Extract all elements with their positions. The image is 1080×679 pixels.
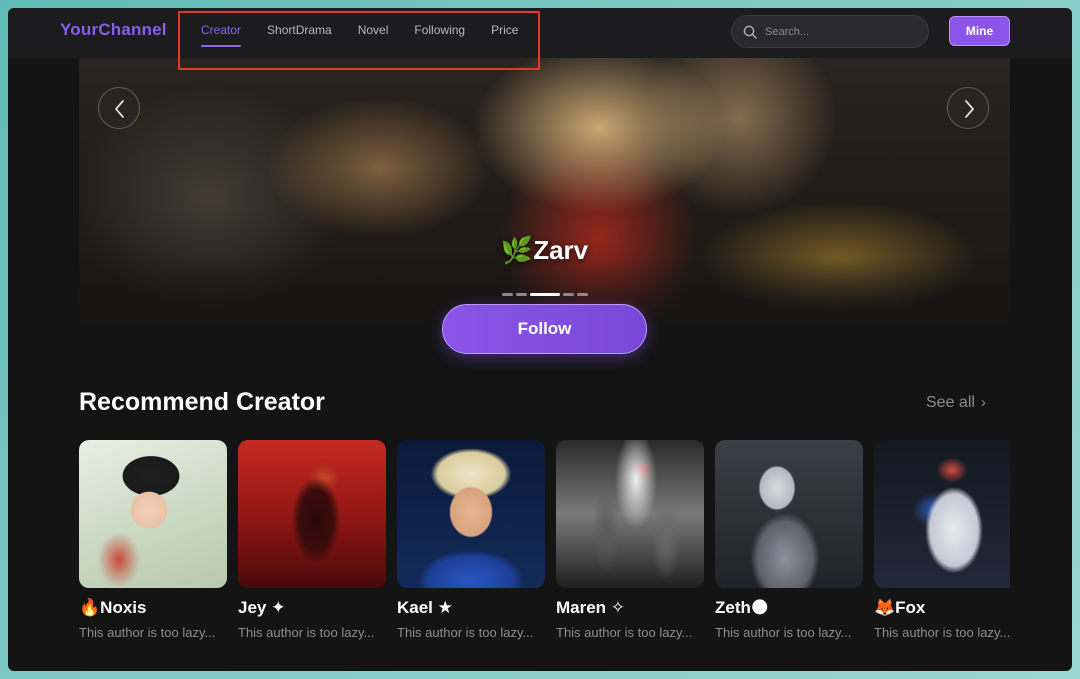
creator-card[interactable]: Jey ✦ This author is too lazy... [238, 440, 386, 640]
nav-tab-following[interactable]: Following [414, 23, 465, 47]
creator-card[interactable]: Kael ★ This author is too lazy... [397, 440, 545, 640]
see-all-link[interactable]: See all › [926, 394, 986, 412]
creator-avatar [397, 440, 545, 588]
creator-card[interactable]: 🔥Noxis This author is too lazy... [79, 440, 227, 640]
banner-next-button[interactable] [947, 87, 989, 129]
creator-avatar [79, 440, 227, 588]
search-icon [743, 25, 757, 39]
creator-avatar [715, 440, 863, 588]
carousel-indicator [502, 293, 588, 296]
creator-description: This author is too lazy... [79, 625, 216, 640]
search-box[interactable] [731, 15, 929, 48]
carousel-dot-active[interactable] [530, 293, 560, 296]
creator-card-list: 🔥Noxis This author is too lazy... Jey ✦ … [79, 440, 1010, 660]
creator-name: Zeth🌑 [715, 598, 769, 617]
creator-name: Maren ✧ [556, 598, 626, 617]
chevron-right-icon [965, 100, 974, 118]
creator-description: This author is too lazy... [238, 625, 375, 640]
mine-button[interactable]: Mine [949, 16, 1010, 46]
creator-description: This author is too lazy... [715, 625, 852, 640]
carousel-dot[interactable] [577, 293, 588, 296]
see-all-label: See all [926, 394, 975, 411]
banner-creator-name: 🌿Zarv [500, 235, 589, 265]
chevron-right-icon: › [980, 394, 986, 411]
creator-avatar [556, 440, 704, 588]
creator-name: Jey ✦ [238, 598, 286, 617]
creator-card[interactable]: 🦊Fox This author is too lazy... [874, 440, 1010, 640]
creator-name: 🦊Fox [874, 598, 926, 617]
carousel-dot[interactable] [502, 293, 513, 296]
brand-logo[interactable]: YourChannel [60, 20, 167, 40]
chevron-left-icon [115, 100, 124, 118]
carousel-dot[interactable] [563, 293, 574, 296]
section-title: Recommend Creator [79, 388, 325, 416]
creator-card[interactable]: Maren ✧ This author is too lazy... [556, 440, 704, 640]
follow-button[interactable]: Follow [442, 304, 647, 354]
carousel-dot[interactable] [516, 293, 527, 296]
creator-description: This author is too lazy... [556, 625, 693, 640]
app-window: YourChannel Creator ShortDrama Novel Fol… [8, 8, 1072, 671]
search-input[interactable] [765, 24, 915, 40]
creator-description: This author is too lazy... [397, 625, 534, 640]
creator-card[interactable]: Zeth🌑 This author is too lazy... [715, 440, 863, 640]
main-nav: Creator ShortDrama Novel Following Price [201, 23, 544, 47]
nav-tab-novel[interactable]: Novel [358, 23, 389, 47]
nav-tab-shortdrama[interactable]: ShortDrama [267, 23, 332, 47]
nav-tab-price[interactable]: Price [491, 23, 518, 47]
creator-name: 🔥Noxis [79, 598, 147, 617]
banner-prev-button[interactable] [98, 87, 140, 129]
creator-name: Kael ★ [397, 598, 453, 617]
top-navigation-bar: YourChannel Creator ShortDrama Novel Fol… [8, 8, 1072, 58]
creator-avatar [238, 440, 386, 588]
creator-description: This author is too lazy... [874, 625, 1010, 640]
creator-avatar [874, 440, 1010, 588]
nav-tab-creator[interactable]: Creator [201, 23, 242, 47]
